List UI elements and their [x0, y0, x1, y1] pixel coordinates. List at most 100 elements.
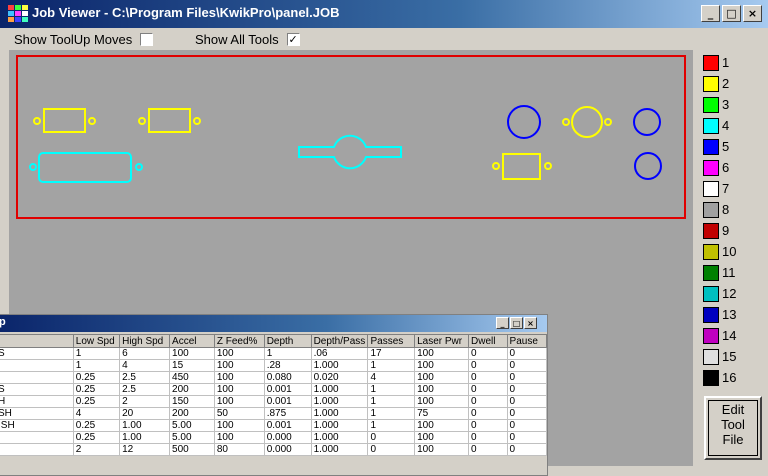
table-cell[interactable]: 100 — [213, 431, 265, 444]
subwindow-minimize-button[interactable]: _ — [496, 317, 509, 329]
table-cell[interactable]: 100 — [213, 395, 265, 408]
table-cell[interactable]: 20 — [119, 407, 171, 420]
table-cell[interactable]: 0 — [468, 431, 508, 444]
table-cell[interactable]: 0 — [468, 347, 508, 360]
table-cell[interactable]: 0.25 — [72, 371, 121, 384]
table-cell[interactable]: 1.000 — [310, 383, 369, 396]
table-cell[interactable]: 0 — [506, 407, 547, 420]
table-cell[interactable]: 1.000 — [310, 443, 369, 456]
table-cell[interactable]: ISH — [0, 419, 74, 432]
show-toolup-option[interactable]: Show ToolUp Moves — [14, 32, 154, 47]
table-cell[interactable]: 1 — [72, 359, 121, 372]
table-row[interactable]: S0.252.52001000.0011.000110000 — [0, 383, 547, 396]
table-cell[interactable]: 100 — [414, 431, 469, 444]
table-cell[interactable]: 100 — [213, 359, 265, 372]
table-cell[interactable]: 0 — [506, 431, 547, 444]
table-cell[interactable]: .06 — [310, 347, 369, 360]
table-row[interactable]: 2 12 500 80 0.000 1.000 0 100 0 0 — [0, 443, 547, 456]
table-cell[interactable]: 1.000 — [310, 395, 369, 408]
palette-item-3[interactable]: 3 — [703, 94, 763, 115]
table-row[interactable]: SH42020050.8751.00017500 — [0, 407, 547, 420]
table-cell[interactable]: 0 — [506, 359, 547, 372]
table-cell[interactable]: 1 — [367, 407, 416, 420]
table-cell[interactable]: 15 — [169, 359, 215, 372]
palette-item-15[interactable]: 15 — [703, 346, 763, 367]
table-cell[interactable]: 0 — [506, 347, 547, 360]
table-cell[interactable]: 1.000 — [310, 419, 369, 432]
table-cell[interactable]: 100 — [414, 443, 469, 456]
palette-item-8[interactable]: 8 — [703, 199, 763, 220]
column-header[interactable]: Low Spd — [72, 334, 121, 348]
table-cell[interactable]: 0 — [506, 419, 547, 432]
table-cell[interactable]: 100 — [213, 371, 265, 384]
table-cell[interactable]: 2.5 — [119, 371, 171, 384]
column-header[interactable]: High Spd — [119, 334, 171, 348]
table-row[interactable]: ISH0.251.005.001000.0011.000110000 — [0, 419, 547, 432]
table-cell[interactable]: 100 — [213, 419, 265, 432]
table-cell[interactable]: .28 — [263, 359, 312, 372]
table-cell[interactable]: 0 — [367, 431, 416, 444]
palette-item-14[interactable]: 14 — [703, 325, 763, 346]
column-header[interactable]: Dwell — [468, 334, 508, 348]
table-cell[interactable]: 6 — [119, 347, 171, 360]
table-cell[interactable]: 1.00 — [119, 431, 171, 444]
show-toolup-checkbox[interactable] — [140, 33, 154, 46]
maximize-button[interactable]: □ — [722, 5, 741, 22]
table-row[interactable]: 0.25 2.5 450 100 0.080 0.020 4 100 0 0 — [0, 371, 547, 384]
table-row[interactable]: H0.2521501000.0011.000110000 — [0, 395, 547, 408]
table-cell[interactable]: 1 — [367, 359, 416, 372]
table-cell[interactable]: 0 — [468, 419, 508, 432]
table-cell[interactable]: 0.001 — [263, 395, 312, 408]
table-cell[interactable]: 450 — [169, 371, 215, 384]
table-cell[interactable]: 4 — [367, 371, 416, 384]
table-cell[interactable]: 50 — [213, 407, 265, 420]
table-cell[interactable]: 500 — [169, 443, 215, 456]
column-header[interactable]: Z Feed% — [213, 334, 265, 348]
column-header[interactable]: Pause — [506, 334, 547, 348]
column-header[interactable]: Laser Pwr — [414, 334, 469, 348]
palette-item-7[interactable]: 7 — [703, 178, 763, 199]
palette-item-5[interactable]: 5 — [703, 136, 763, 157]
table-cell[interactable]: 0.000 — [263, 443, 312, 456]
palette-item-11[interactable]: 11 — [703, 262, 763, 283]
table-cell[interactable]: 0.25 — [72, 419, 121, 432]
table-cell[interactable]: 1 — [367, 383, 416, 396]
table-cell[interactable]: 0.25 — [72, 431, 121, 444]
table-cell[interactable]: 1.000 — [310, 431, 369, 444]
palette-item-9[interactable]: 9 — [703, 220, 763, 241]
palette-item-4[interactable]: 4 — [703, 115, 763, 136]
close-button[interactable]: × — [743, 5, 762, 22]
edit-tool-file-button[interactable]: Edit Tool File — [704, 396, 762, 460]
tool-setup-window[interactable]: p _ □ × Low SpdHigh SpdAccelZ Feed%Depth… — [0, 314, 548, 476]
column-header[interactable]: Passes — [367, 334, 416, 348]
table-cell[interactable]: 0 — [468, 407, 508, 420]
table-cell[interactable]: 75 — [414, 407, 469, 420]
table-cell[interactable]: 0 — [468, 395, 508, 408]
table-cell[interactable]: 0.020 — [310, 371, 369, 384]
subwindow-maximize-button[interactable]: □ — [510, 317, 523, 329]
table-cell[interactable]: 17 — [367, 347, 416, 360]
table-row[interactable]: S161001001.061710000 — [0, 347, 547, 360]
table-cell[interactable]: 2 — [72, 443, 121, 456]
column-header[interactable]: Depth — [263, 334, 312, 348]
table-cell[interactable]: 100 — [414, 395, 469, 408]
table-cell[interactable]: 1.000 — [310, 359, 369, 372]
table-cell[interactable]: 0 — [367, 443, 416, 456]
table-cell[interactable]: 1 — [367, 419, 416, 432]
palette-item-10[interactable]: 10 — [703, 241, 763, 262]
table-cell[interactable]: 12 — [119, 443, 171, 456]
palette-item-12[interactable]: 12 — [703, 283, 763, 304]
table-cell[interactable]: 0 — [506, 443, 547, 456]
table-cell[interactable]: 2 — [119, 395, 171, 408]
table-cell[interactable]: 0 — [506, 383, 547, 396]
table-cell[interactable]: 0 — [506, 371, 547, 384]
table-cell[interactable]: 0.25 — [72, 395, 121, 408]
column-header[interactable]: Accel — [169, 334, 215, 348]
table-cell[interactable]: 5.00 — [169, 419, 215, 432]
show-all-tools-option[interactable]: Show All Tools ✓ — [195, 32, 300, 47]
table-cell[interactable]: 150 — [169, 395, 215, 408]
table-cell[interactable]: 0.001 — [263, 419, 312, 432]
table-cell[interactable]: 100 — [414, 371, 469, 384]
table-cell[interactable]: 1 — [367, 395, 416, 408]
table-cell[interactable]: 200 — [169, 407, 215, 420]
